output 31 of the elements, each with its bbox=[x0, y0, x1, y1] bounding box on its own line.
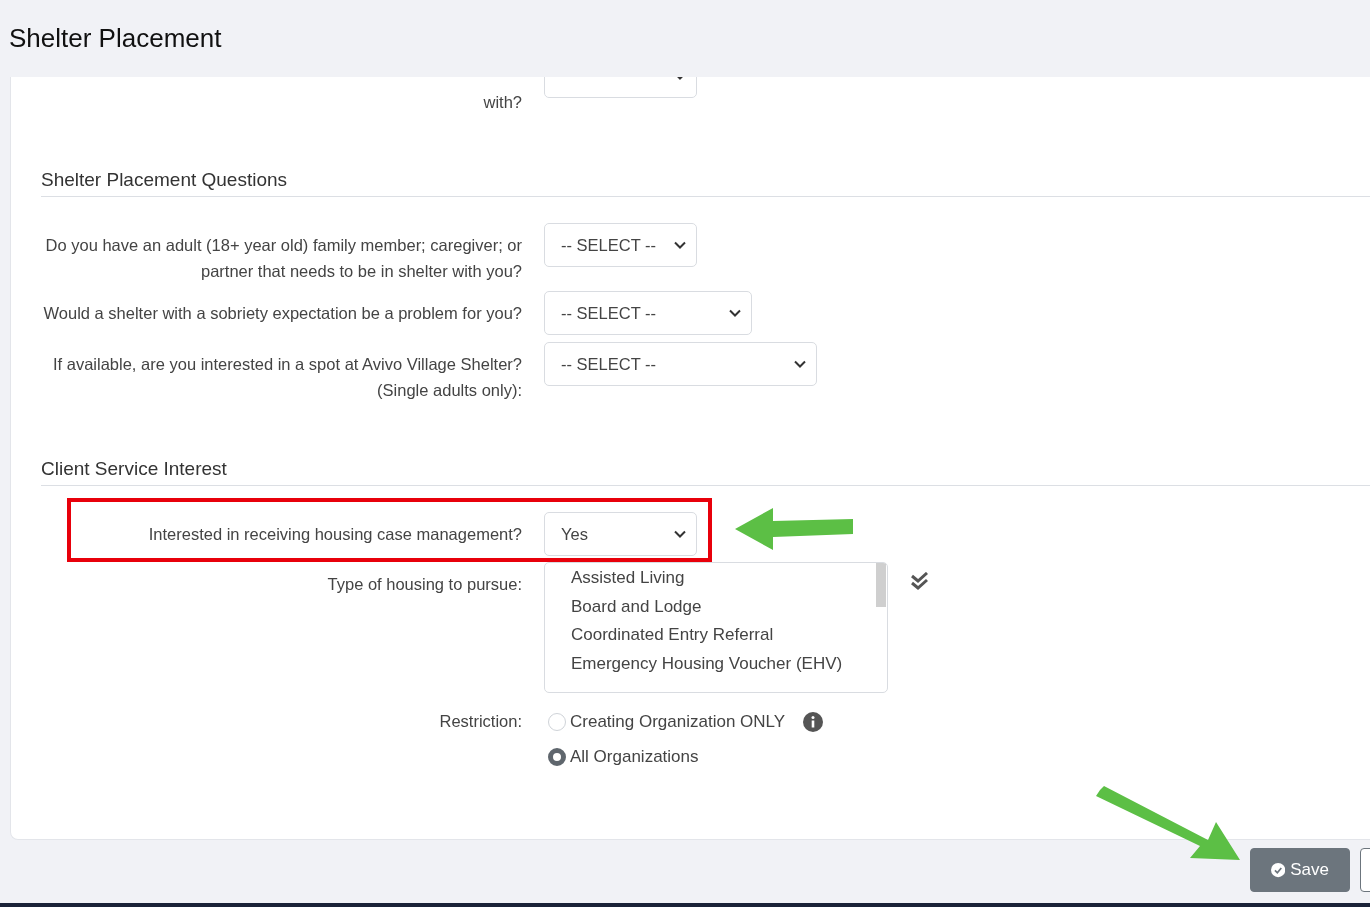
select-dropdown[interactable]: -- SELECT -- bbox=[544, 291, 752, 335]
save-button[interactable]: Save bbox=[1250, 848, 1350, 892]
caret-icon bbox=[794, 360, 806, 368]
page-title: Shelter Placement bbox=[9, 23, 222, 54]
section-heading: Client Service Interest bbox=[41, 457, 1370, 486]
radio-label[interactable]: All Organizations bbox=[570, 744, 699, 770]
caret-icon bbox=[674, 530, 686, 538]
question-label: Interested in receiving housing case management? bbox=[147, 524, 522, 545]
question-label: Type of housing to pursue: bbox=[326, 574, 522, 595]
housing-listbox[interactable]: Assisted Living Board and Lodge Coordinated Entry Referral Emergency Housing Voucher (EHV) bbox=[544, 562, 888, 693]
info-icon[interactable] bbox=[803, 712, 824, 732]
section-heading: Shelter Placement Questions bbox=[41, 168, 1370, 197]
listbox-option[interactable]: Board and Lodge bbox=[571, 592, 887, 622]
listbox-option[interactable]: Assisted Living bbox=[571, 564, 887, 593]
question-label: If available, are you interested in a spot at Avivo Village Shelter? (Single adults only): bbox=[51, 354, 522, 401]
radio-button[interactable] bbox=[548, 748, 566, 766]
question-label: Restriction: bbox=[438, 711, 522, 732]
question-label: Would a shelter with a sobriety expectation be a problem for you? bbox=[42, 303, 522, 324]
caret-icon bbox=[729, 309, 741, 317]
listbox-option[interactable]: Coordinated Entry Referral bbox=[571, 621, 887, 651]
select-dropdown[interactable]: -- SELECT -- bbox=[544, 223, 697, 267]
select-dropdown[interactable]: -- SELECT -- bbox=[544, 342, 817, 386]
double-check-icon[interactable] bbox=[910, 572, 930, 590]
check-circle-icon bbox=[1271, 861, 1286, 879]
caret-icon bbox=[674, 241, 686, 249]
question-label: Do you have an adult (18+ year old) family member; caregiver; or partner that needs to be in shelter with you? bbox=[44, 235, 522, 282]
select-dropdown[interactable]: Yes bbox=[544, 512, 697, 556]
listbox-option[interactable]: Emergency Housing Voucher (EHV) bbox=[571, 650, 887, 679]
radio-label[interactable]: Creating Organization ONLY bbox=[570, 709, 786, 735]
scrollbar-thumb[interactable] bbox=[876, 563, 886, 607]
question-label: with? bbox=[482, 92, 522, 113]
